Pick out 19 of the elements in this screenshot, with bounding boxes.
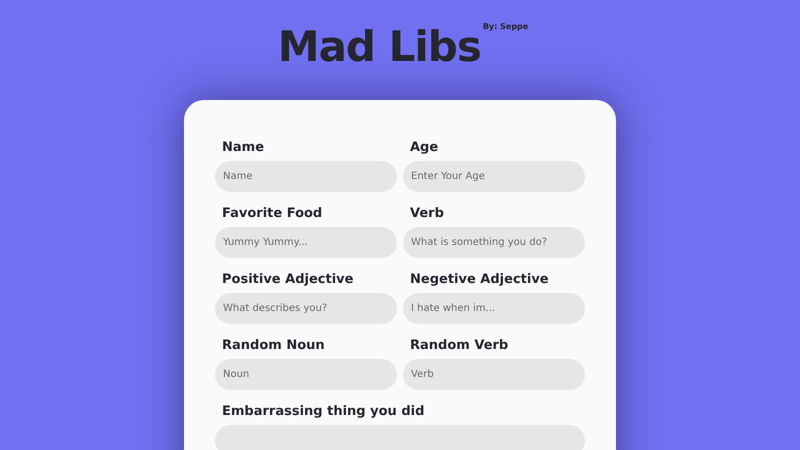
text-field[interactable]: Verb <box>403 359 585 390</box>
text-field[interactable]: I hate when im... <box>403 293 585 324</box>
field-label: Age <box>409 140 440 155</box>
text-field[interactable]: Name <box>215 161 397 192</box>
text-field[interactable]: What describes you? <box>215 293 397 324</box>
app-title: Mad Libs <box>278 22 481 72</box>
field-label: Favorite Food <box>221 206 324 221</box>
author-byline: By: Seppe <box>482 22 528 31</box>
field-label: Random Verb <box>409 338 510 353</box>
field-label: Negetive Adjective <box>409 272 550 287</box>
text-field[interactable]: Enter Your Age <box>403 161 585 192</box>
text-field[interactable]: Yummy Yummy... <box>215 227 397 258</box>
field-label: Random Noun <box>221 338 326 353</box>
text-field[interactable]: Noun <box>215 359 397 390</box>
field-label: Positive Adjective <box>221 272 354 287</box>
field-label: Verb <box>409 206 445 221</box>
field-label: Name <box>221 140 266 155</box>
text-field[interactable]: What is something you do? <box>403 227 585 258</box>
field-label: Embarrassing thing you did <box>221 404 426 419</box>
